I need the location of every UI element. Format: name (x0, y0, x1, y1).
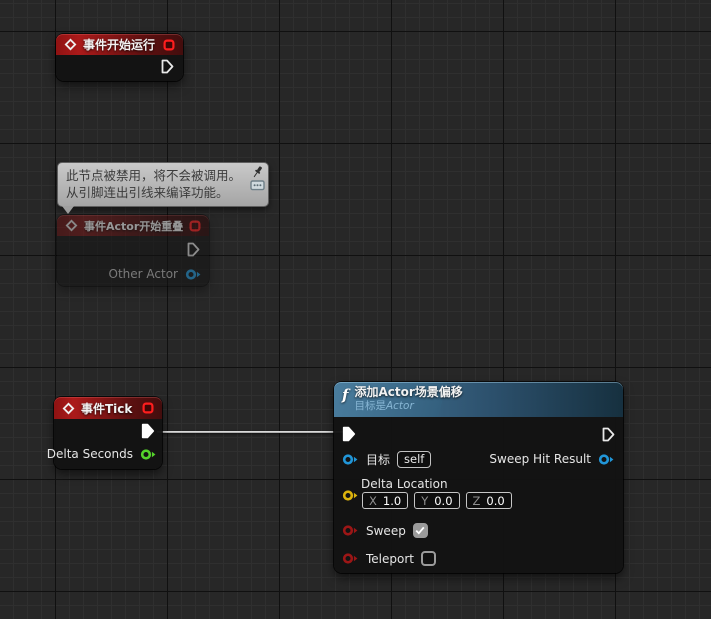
pin-label-other-actor: Other Actor (109, 267, 178, 281)
tooltip-line: 从引脚连出引线来编译功能。 (66, 184, 260, 201)
node-title: 事件Tick (81, 400, 136, 417)
pin-label-delta-location: Delta Location (361, 477, 448, 491)
teleport-bool-pin[interactable] (342, 552, 359, 565)
exec-out-pin[interactable] (161, 59, 174, 74)
target-object-pin[interactable] (342, 453, 359, 466)
target-value-box[interactable]: self (397, 451, 431, 468)
vector-x-value: 1.0 (383, 494, 401, 508)
blueprint-graph-canvas[interactable]: 事件开始运行 此节点被禁用，将不会被调用。 从引脚连出引线来编译功能。 (0, 0, 711, 619)
pushpin-icon[interactable] (251, 165, 264, 179)
function-f-icon: f (342, 388, 348, 403)
check-icon (415, 526, 425, 535)
exec-out-pin[interactable] (187, 242, 200, 257)
vector-y-label: Y (421, 494, 428, 508)
tooltip-tail (62, 206, 74, 214)
teleport-checkbox[interactable] (421, 551, 436, 566)
vector-z-value: 0.0 (486, 494, 504, 508)
tooltip-line: 此节点被禁用，将不会被调用。 (66, 167, 260, 184)
exec-in-pin[interactable] (342, 426, 356, 442)
other-actor-object-pin[interactable] (185, 268, 202, 281)
event-diamond-icon (62, 402, 75, 415)
node-event-beginplay[interactable]: 事件开始运行 (56, 34, 183, 81)
sweep-bool-pin[interactable] (342, 524, 359, 537)
node-event-actorbeginoverlap[interactable]: 事件Actor开始重叠 Other Actor (57, 215, 209, 286)
exec-out-pin[interactable] (602, 427, 615, 442)
disabled-node-tooltip: 此节点被禁用，将不会被调用。 从引脚连出引线来编译功能。 (57, 162, 269, 207)
exec-wire[interactable] (157, 431, 345, 433)
vector-y-value: 0.0 (434, 494, 452, 508)
event-marker-icon (142, 402, 154, 414)
event-marker-icon (189, 220, 201, 232)
sweep-checkbox[interactable] (413, 523, 428, 538)
vector-x-label: X (369, 494, 377, 508)
node-header: 事件Actor开始重叠 (57, 215, 209, 236)
event-diamond-icon (65, 219, 78, 232)
node-header: 事件Tick (54, 397, 162, 419)
node-title: 事件Actor开始重叠 (84, 218, 183, 234)
vector-z-field[interactable]: Z 0.0 (466, 492, 512, 509)
vector-z-label: Z (473, 494, 481, 508)
delta-seconds-float-pin[interactable] (140, 448, 157, 461)
pin-label-target: 目标 (366, 451, 390, 468)
node-header: 事件开始运行 (56, 34, 183, 55)
pin-label-sweep-hit-result: Sweep Hit Result (489, 452, 591, 466)
node-add-actor-world-offset[interactable]: f 添加Actor场景偏移 目标是Actor 目标 self Sweep Hit… (334, 382, 623, 573)
node-subtitle: 目标是Actor (354, 400, 462, 413)
sweep-hit-result-pin[interactable] (598, 453, 615, 466)
vector-x-field[interactable]: X 1.0 (362, 492, 408, 509)
delta-location-vector-pin[interactable] (342, 489, 359, 502)
event-diamond-icon (64, 38, 77, 51)
pin-label-delta-seconds: Delta Seconds (47, 447, 133, 461)
pin-label-teleport: Teleport (366, 552, 414, 566)
node-header: f 添加Actor场景偏移 目标是Actor (334, 382, 623, 417)
event-marker-icon (163, 39, 175, 51)
node-title: 事件开始运行 (83, 36, 157, 53)
pin-label-sweep: Sweep (366, 524, 406, 538)
node-event-tick[interactable]: 事件Tick Delta Seconds (54, 397, 162, 469)
node-title: 添加Actor场景偏移 (354, 385, 462, 400)
comment-bubble-icon (250, 180, 265, 192)
vector-y-field[interactable]: Y 0.0 (414, 492, 459, 509)
exec-out-pin[interactable] (141, 423, 155, 439)
